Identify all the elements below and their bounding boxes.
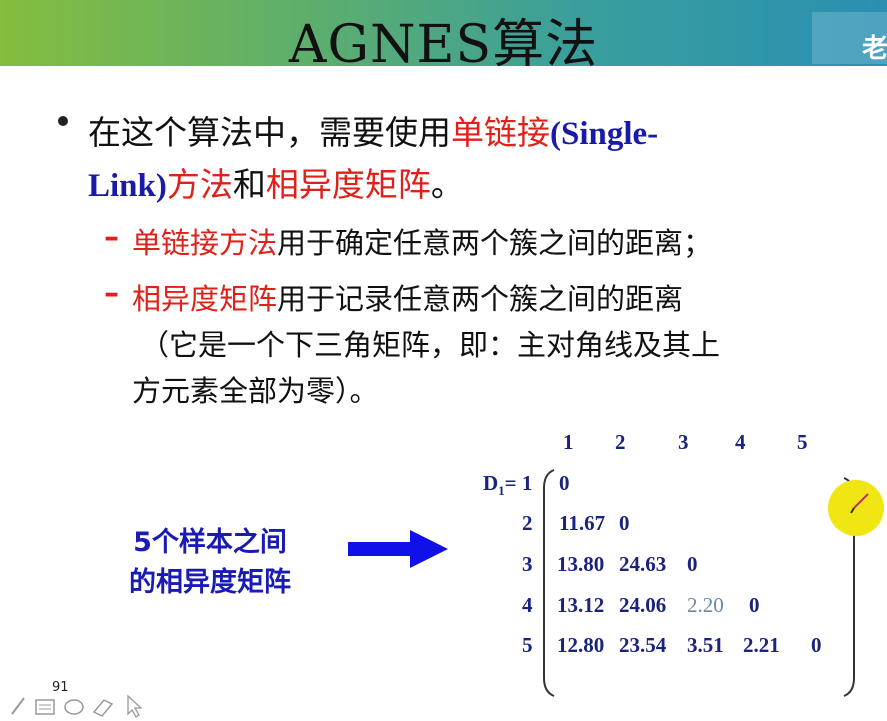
bullet-red-method: 方法 bbox=[166, 165, 233, 204]
bullet-red-matrix: 相异度矩阵 bbox=[265, 165, 431, 204]
matrix-cell: 0 bbox=[559, 471, 570, 495]
bullet-dot bbox=[58, 116, 68, 126]
col-header-2: 2 bbox=[615, 430, 626, 454]
matrix-cell: 0 bbox=[619, 511, 630, 535]
slide-title: AGNES算法 bbox=[288, 15, 599, 75]
matrix-cell: 13.12 bbox=[557, 593, 605, 617]
matrix-label: D1= 1 bbox=[483, 471, 533, 499]
sub-line-2: 相异度矩阵用于记录任意两个簇之间的距离 bbox=[132, 276, 683, 318]
sub-dash-2: – bbox=[104, 276, 119, 311]
matrix-cell: 12.80 bbox=[557, 633, 605, 657]
matrix-cell: 13.80 bbox=[557, 552, 605, 576]
sub-line-2c: 方元素全部为零）。 bbox=[132, 374, 379, 408]
col-header-4: 4 bbox=[735, 430, 746, 454]
sub-line-1: 单链接方法用于确定任意两个簇之间的距离； bbox=[132, 220, 712, 262]
row-header-2: 2 bbox=[522, 511, 533, 535]
matrix-cell: 11.67 bbox=[559, 511, 606, 535]
matrix-cell: 24.06 bbox=[619, 593, 667, 617]
sub1-red: 单链接方法 bbox=[132, 226, 278, 260]
bullet-blue-link: Link) bbox=[88, 168, 167, 204]
sub-line-2b: （它是一个下三角矩阵，即：主对角线及其上 bbox=[140, 328, 721, 362]
right-arrow-icon bbox=[348, 530, 448, 568]
matrix-cell: 2.21 bbox=[743, 633, 780, 657]
matrix-cell: 2.20 bbox=[687, 593, 724, 617]
sub2-red: 相异度矩阵 bbox=[132, 282, 278, 316]
pen-pointer-icon bbox=[850, 493, 869, 514]
col-header-3: 3 bbox=[678, 430, 689, 454]
matrix-left-bracket bbox=[543, 469, 555, 697]
sub-dash-1: – bbox=[104, 220, 119, 255]
matrix-cell: 0 bbox=[687, 552, 698, 576]
matrix-cell: 23.54 bbox=[619, 633, 667, 657]
matrix-cell: 3.51 bbox=[687, 633, 724, 657]
side-label-line-2: 的相异度矩阵 bbox=[129, 567, 291, 598]
sub2-text: 用于记录任意两个簇之间的距离 bbox=[277, 282, 684, 316]
bullet-red-single-link: 单链接 bbox=[451, 113, 550, 152]
bullet-period: 。 bbox=[430, 165, 464, 204]
arrow-pointer-icon[interactable] bbox=[127, 694, 143, 718]
matrix-cell: 0 bbox=[811, 633, 822, 657]
sub1-text: 用于确定任意两个簇之间的距离； bbox=[277, 226, 713, 260]
matrix-cell: 24.63 bbox=[619, 552, 667, 576]
bullet-and: 和 bbox=[232, 165, 266, 204]
row-header-4: 4 bbox=[522, 593, 533, 617]
bullet-line-2: Link)方法和相异度矩阵。 bbox=[88, 158, 464, 206]
bullet-blue-single: (Single- bbox=[550, 116, 659, 152]
row-header-5: 5 bbox=[522, 633, 533, 657]
matrix-cell: 0 bbox=[749, 593, 760, 617]
ink-icon[interactable] bbox=[64, 699, 84, 715]
pen-icon[interactable] bbox=[11, 697, 25, 715]
bullet-text: 在这个算法中，需要使用 bbox=[88, 113, 451, 152]
side-label-line-1: 5个样本之间 bbox=[133, 527, 287, 558]
bullet-line-1: 在这个算法中，需要使用单链接(Single- bbox=[88, 106, 658, 154]
row-header-3: 3 bbox=[522, 552, 533, 576]
col-header-1: 1 bbox=[563, 430, 574, 454]
slide-menu-icon[interactable] bbox=[35, 699, 55, 715]
eraser-icon[interactable] bbox=[92, 699, 114, 717]
presenter-toolbar[interactable] bbox=[8, 692, 148, 718]
col-header-5: 5 bbox=[797, 430, 808, 454]
